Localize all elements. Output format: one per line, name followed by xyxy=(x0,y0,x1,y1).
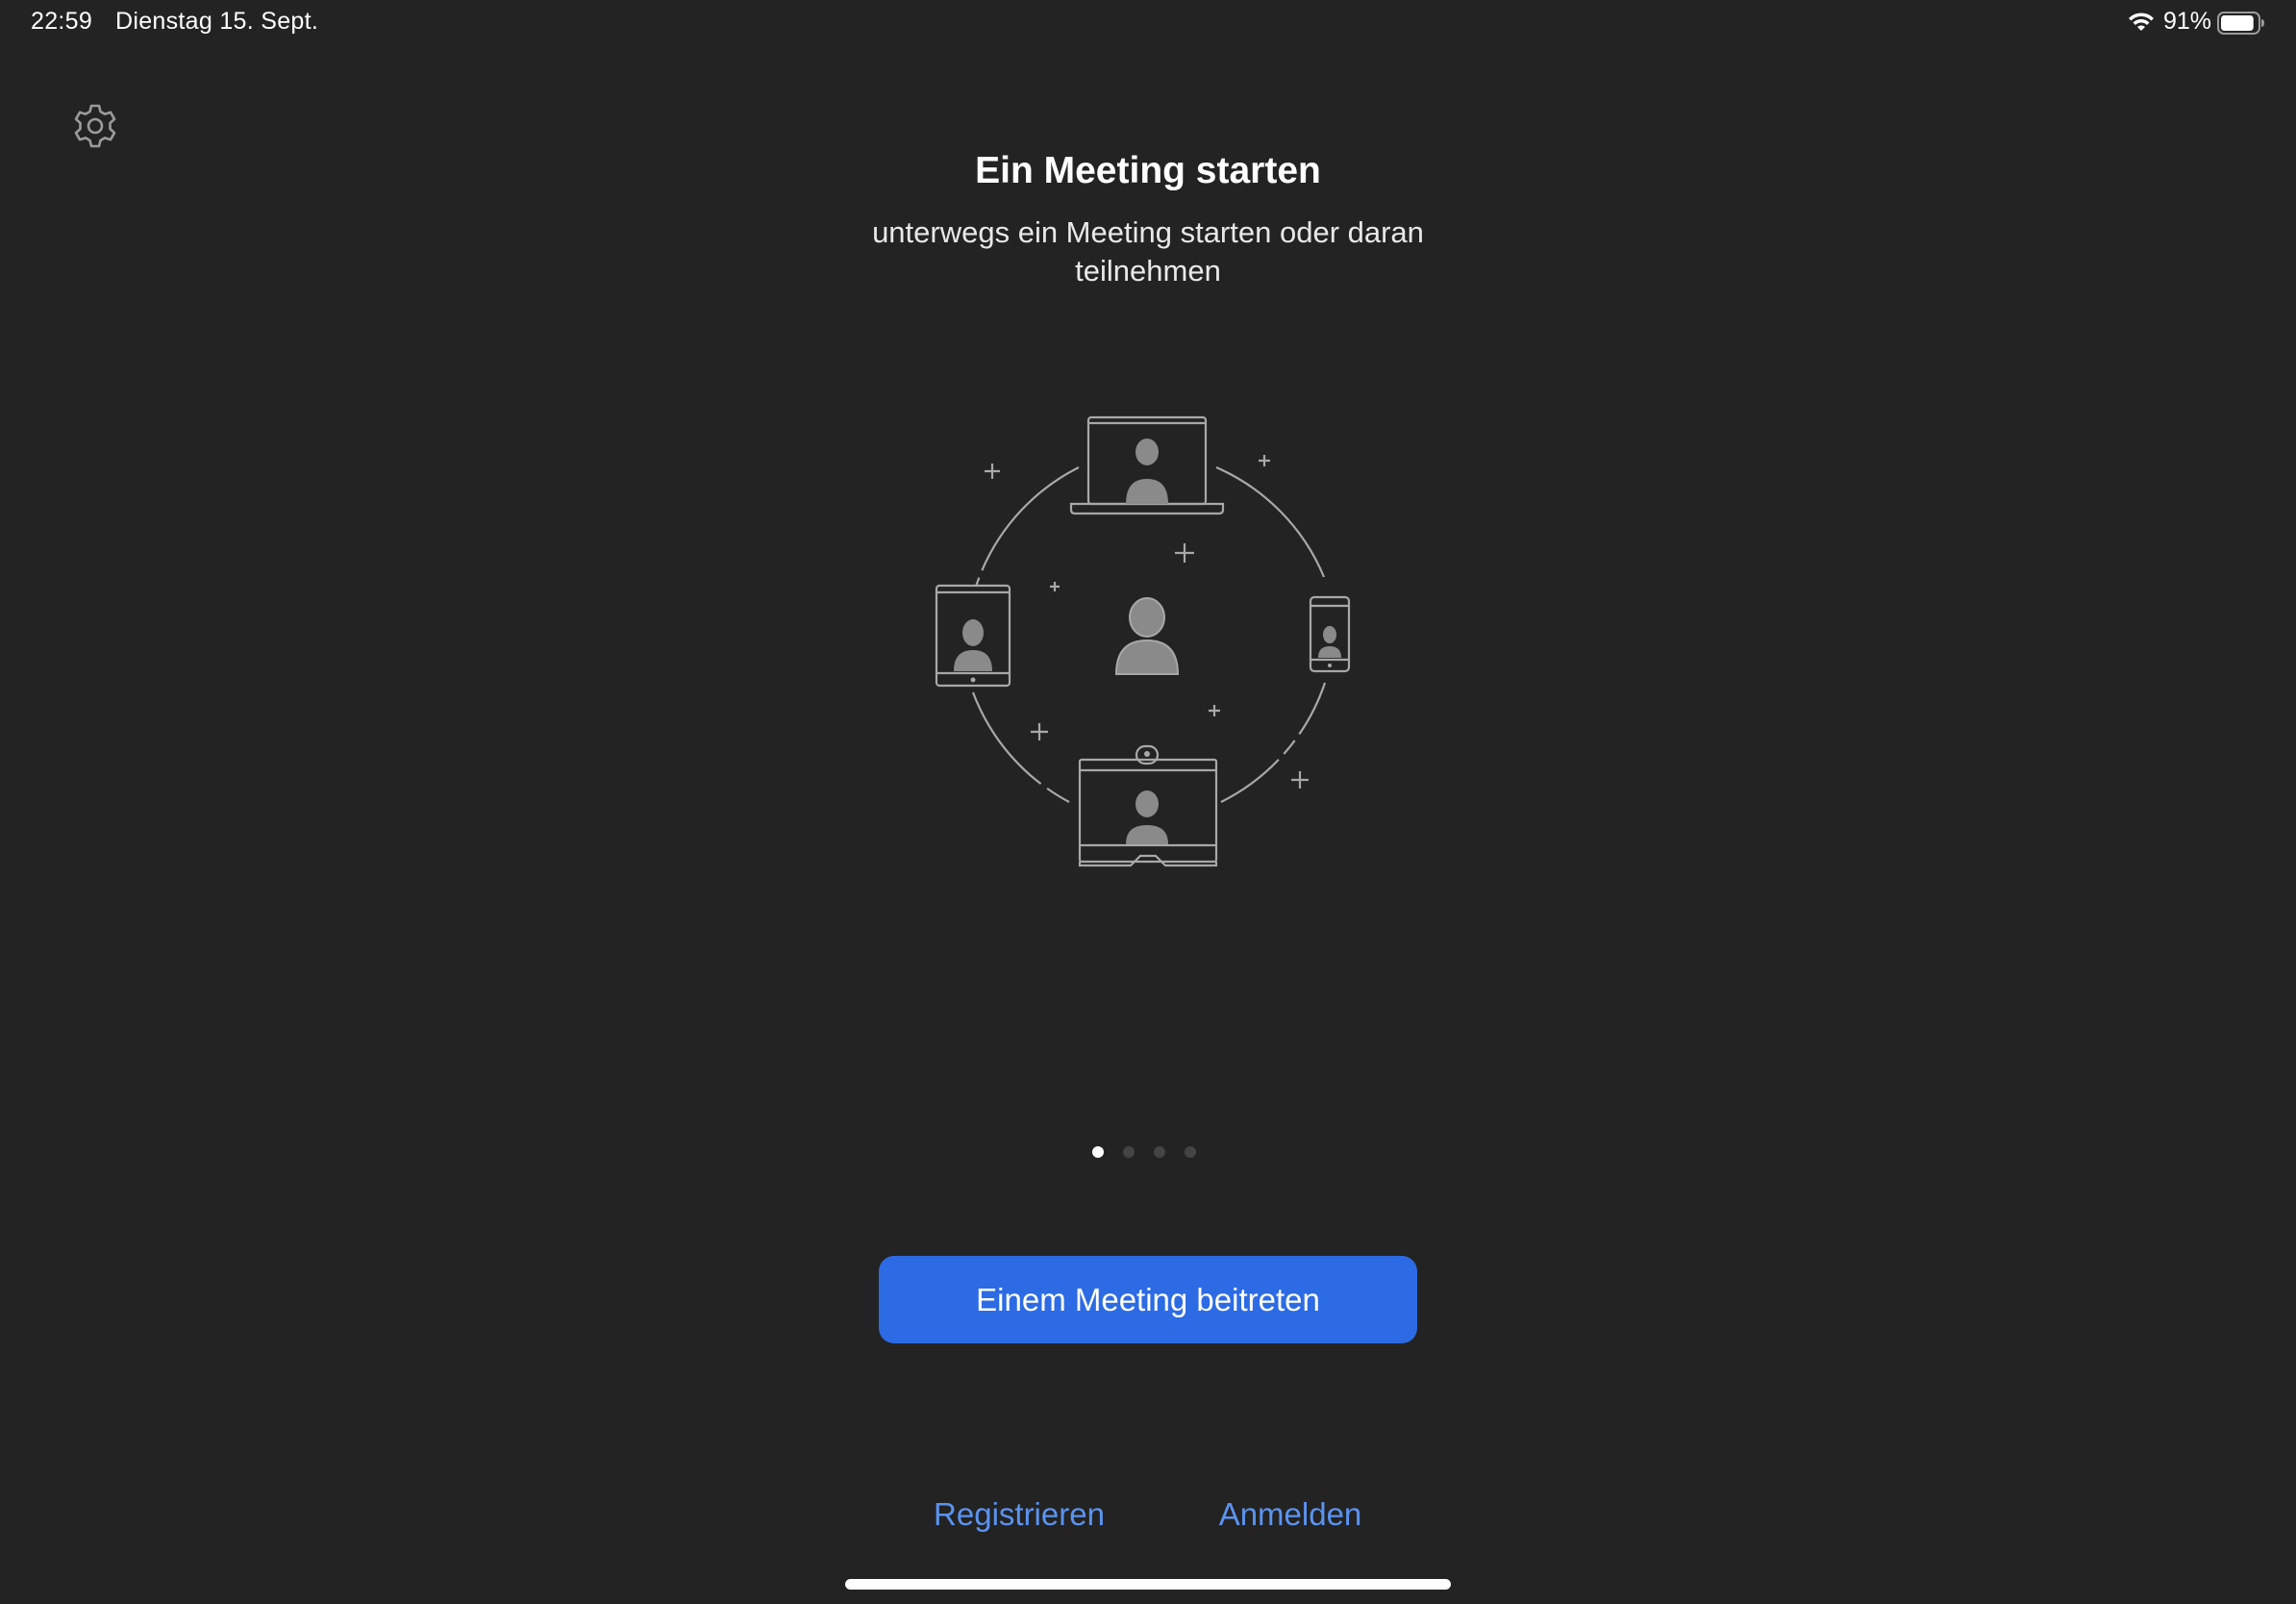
register-link[interactable]: Registrieren xyxy=(923,1496,1115,1533)
person-icon xyxy=(1114,597,1180,675)
status-bar: 22:59 Dienstag 15. Sept. 91% xyxy=(0,0,2296,46)
circle-arc xyxy=(974,466,1080,588)
page-indicator[interactable] xyxy=(1092,1146,1208,1162)
meeting-devices-illustration xyxy=(935,415,1351,867)
join-meeting-label: Einem Meeting beitreten xyxy=(976,1281,1320,1317)
status-time: 22:59 xyxy=(31,8,93,35)
page-subtitle: unterwegs ein Meeting starten oder daran… xyxy=(872,215,1424,288)
join-meeting-button[interactable]: Einem Meeting beitreten xyxy=(879,1256,1417,1343)
zoom-welcome-screen: 22:59 Dienstag 15. Sept. 91% Ein Meeting… xyxy=(0,0,2296,1604)
gear-icon[interactable] xyxy=(71,102,119,150)
page-dot-3[interactable] xyxy=(1154,1146,1165,1158)
sign-in-link[interactable]: Anmelden xyxy=(1194,1496,1386,1533)
home-indicator[interactable] xyxy=(845,1579,1451,1590)
page-dot-2[interactable] xyxy=(1123,1146,1135,1158)
status-date: Dienstag 15. Sept. xyxy=(115,8,319,35)
page-dot-4[interactable] xyxy=(1185,1146,1196,1158)
wifi-icon xyxy=(2129,13,2154,31)
page-dot-1[interactable] xyxy=(1092,1146,1104,1158)
battery-icon xyxy=(2217,12,2264,35)
battery-percentage: 91% xyxy=(2163,8,2212,35)
page-title: Ein Meeting starten xyxy=(975,150,1321,191)
